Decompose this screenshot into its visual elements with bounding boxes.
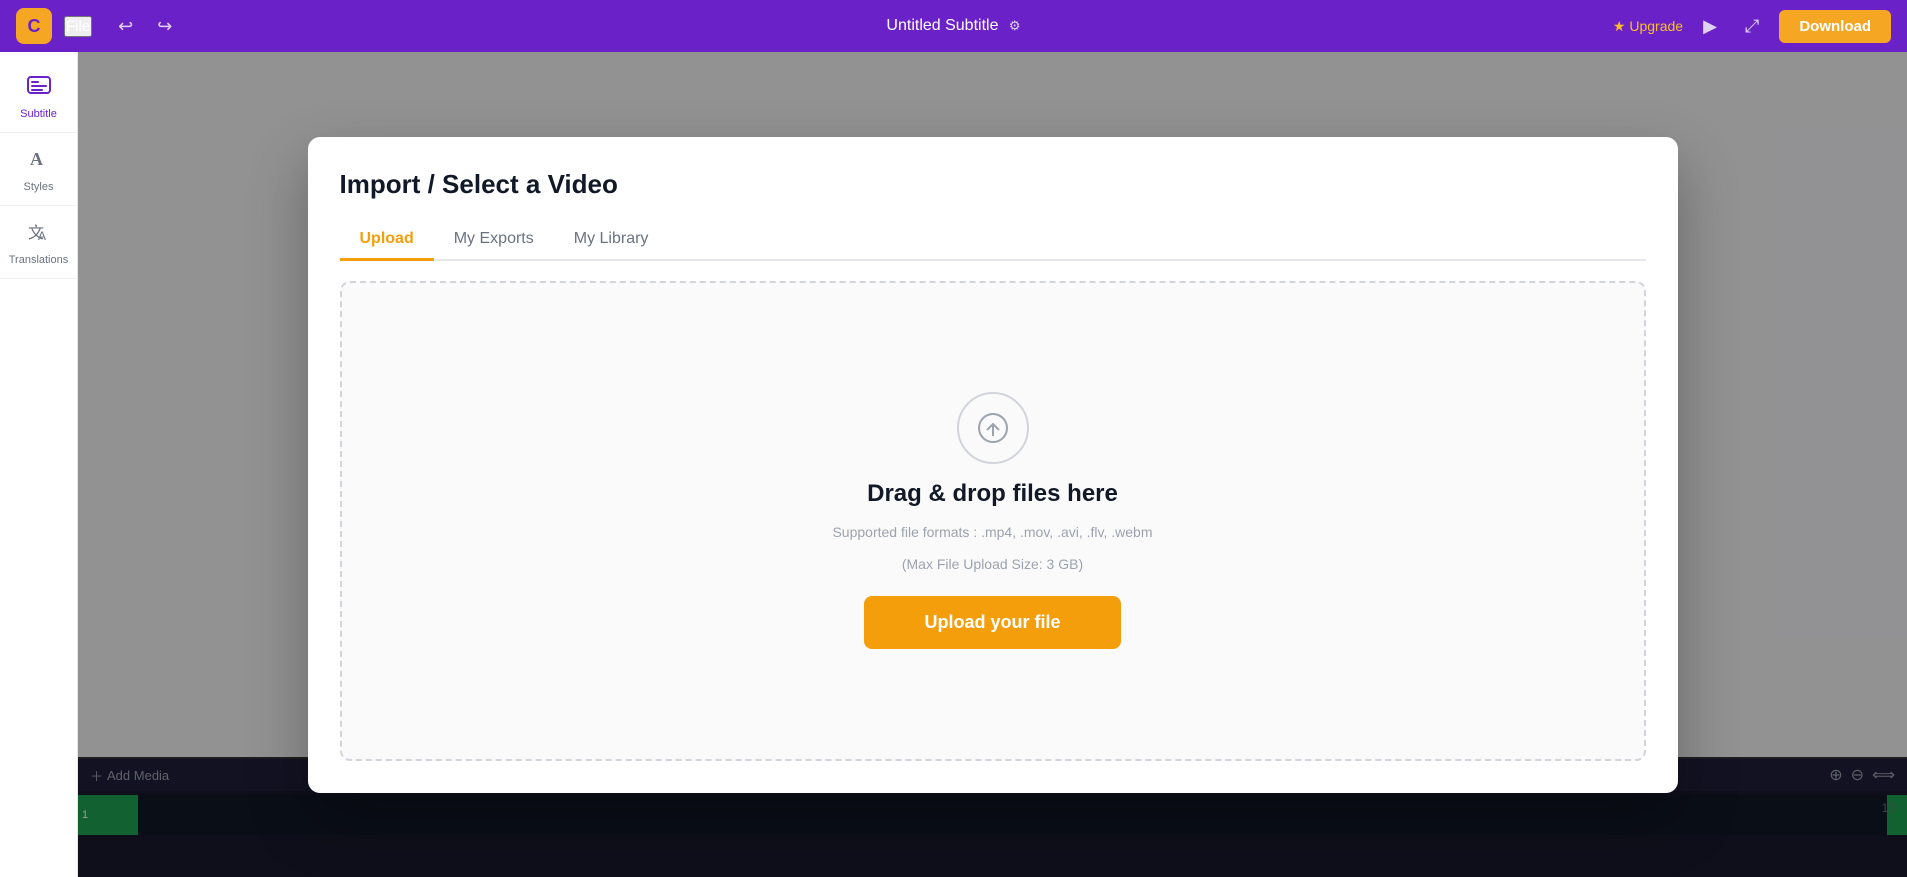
star-icon: ★ xyxy=(1613,18,1626,35)
tab-my-exports[interactable]: My Exports xyxy=(434,220,554,261)
redo-button[interactable]: ↪ xyxy=(151,12,178,41)
modal-tabs: Upload My Exports My Library xyxy=(340,220,1646,261)
sidebar-styles-label: Styles xyxy=(24,181,54,193)
sidebar-subtitle-label: Subtitle xyxy=(20,108,57,120)
file-menu[interactable]: File xyxy=(64,16,92,37)
modal-backdrop: Import / Select a Video Upload My Export… xyxy=(78,52,1907,877)
document-title: Untitled Subtitle ⚙ xyxy=(886,17,1020,35)
topbar: C File ↩ ↪ Untitled Subtitle ⚙ ★ Upgrade… xyxy=(0,0,1907,52)
title-settings-icon[interactable]: ⚙ xyxy=(1009,18,1021,33)
modal-title: Import / Select a Video xyxy=(340,169,1646,200)
translations-icon: 文 A xyxy=(26,218,52,250)
drag-drop-text: Drag & drop files here xyxy=(867,480,1118,508)
topbar-right-section: ★ Upgrade ▶ ⤢ Download xyxy=(1613,10,1891,43)
svg-text:A: A xyxy=(30,149,43,169)
content-area: ＋ Add Media ⊕ ⊖ ⟺ 1 10 Import / Select a… xyxy=(78,52,1907,877)
tab-upload[interactable]: Upload xyxy=(340,220,434,261)
play-button[interactable]: ▶ xyxy=(1695,12,1725,41)
svg-text:A: A xyxy=(38,229,46,243)
upload-dropzone[interactable]: Drag & drop files here Supported file fo… xyxy=(340,281,1646,761)
sidebar-item-styles[interactable]: A Styles xyxy=(0,133,77,206)
main-layout: Subtitle A Styles 文 A Translations xyxy=(0,52,1907,877)
sidebar-translations-label: Translations xyxy=(9,254,69,266)
app-logo: C xyxy=(16,8,52,44)
import-select-video-modal: Import / Select a Video Upload My Export… xyxy=(308,137,1678,793)
share-button[interactable]: ⤢ xyxy=(1737,12,1767,41)
sidebar-item-subtitle[interactable]: Subtitle xyxy=(0,60,77,133)
sidebar-item-translations[interactable]: 文 A Translations xyxy=(0,206,77,279)
upload-file-button[interactable]: Upload your file xyxy=(864,596,1120,649)
upgrade-button[interactable]: ★ Upgrade xyxy=(1613,18,1683,35)
subtitle-icon xyxy=(26,72,52,104)
sidebar: Subtitle A Styles 文 A Translations xyxy=(0,52,78,877)
supported-formats-text: Supported file formats : .mp4, .mov, .av… xyxy=(832,524,1152,540)
upload-icon xyxy=(957,392,1029,464)
max-file-size-text: (Max File Upload Size: 3 GB) xyxy=(902,556,1083,572)
styles-icon: A xyxy=(26,145,52,177)
tab-my-library[interactable]: My Library xyxy=(554,220,669,261)
download-button[interactable]: Download xyxy=(1779,10,1891,43)
undo-button[interactable]: ↩ xyxy=(112,12,139,41)
